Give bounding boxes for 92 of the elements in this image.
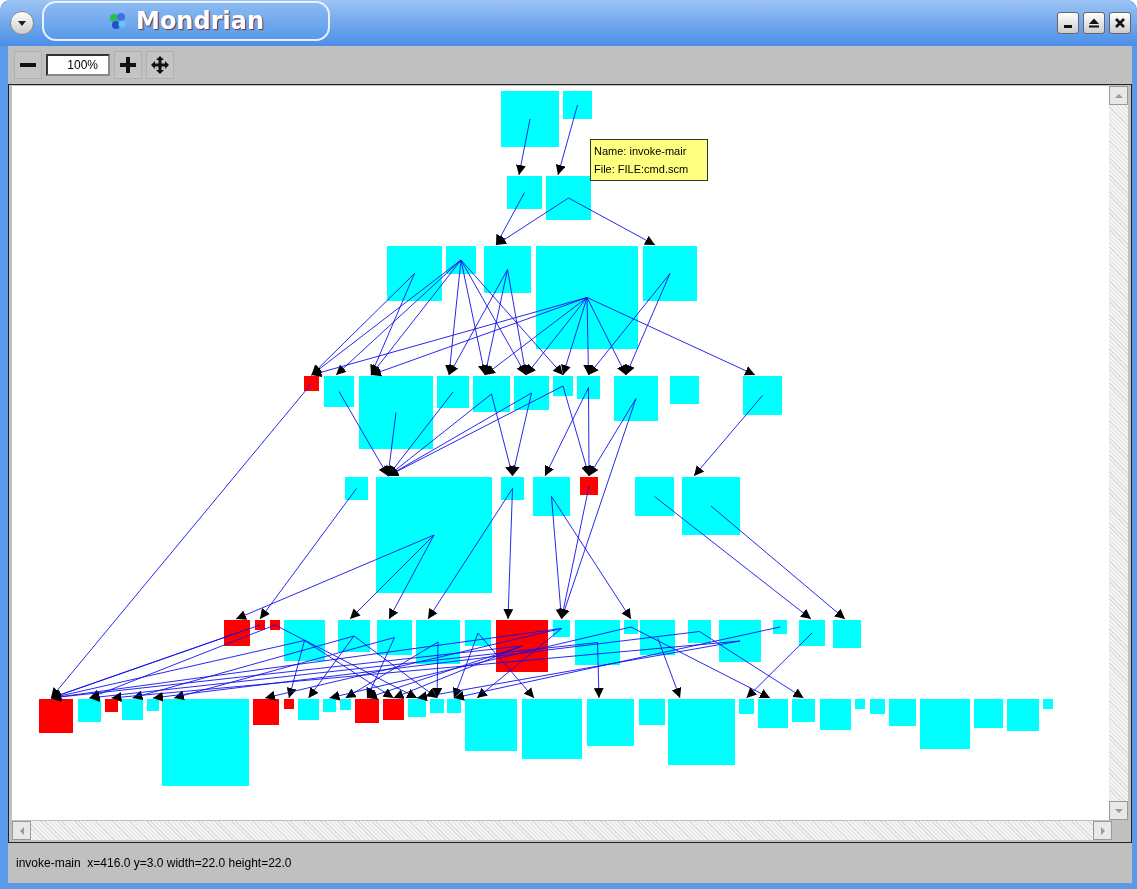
graph-node [870,699,885,714]
pan-button[interactable] [146,51,174,79]
graph-node [355,699,379,723]
graph-node [284,699,294,709]
graph-node [377,620,412,655]
graph-node [447,699,461,713]
graph-node [739,699,754,714]
graph-node [587,699,634,746]
graph-node [122,699,143,720]
graph-node [533,477,570,516]
graph-node [855,699,865,709]
graph-node [575,620,620,665]
graph-node [323,699,336,712]
graph-node [614,376,658,421]
status-text: invoke-main x=416.0 y=3.0 width=22.0 height=22.0 [16,856,292,870]
graph-node [253,699,279,725]
graph-node [473,376,510,412]
graph-node [799,620,825,646]
zoom-in-button[interactable] [114,51,142,79]
app-icon [108,11,128,31]
graph-node [668,699,735,765]
graph-node [580,477,598,495]
graph-node [640,620,675,655]
graph-node [501,91,559,147]
graph-node [833,620,861,648]
graph-node [773,620,787,634]
graph-node [304,376,319,391]
graph-node [553,376,573,396]
minus-icon [20,63,36,67]
graph-node [416,620,460,664]
window-title: Mondrian [136,7,264,35]
graph-node [889,699,916,726]
zoom-field[interactable]: 100% [46,54,110,76]
graph-node [514,376,549,410]
minimize-button[interactable] [1057,12,1079,34]
graph-node [387,246,442,301]
graph-node [255,620,265,630]
zoom-out-button[interactable] [14,51,42,79]
graph-node [974,699,1003,728]
tooltip-line: File: FILE:cmd.scm [594,162,690,177]
minimize-icon [1064,25,1072,28]
graph-node [546,176,591,220]
graph-node [284,620,325,661]
graph-node [430,699,444,713]
graph-node [465,699,517,751]
graph-node [446,246,476,274]
graph-node [639,699,665,725]
graph-node [758,699,788,728]
maximize-button[interactable] [1083,12,1105,34]
graph-node [643,246,697,301]
graph-node [324,376,354,407]
graph-node [105,699,118,712]
graph-node [345,477,368,500]
graph-node [270,620,280,630]
graph-node [920,699,970,749]
window-menu-button[interactable] [10,11,34,35]
graph-node [682,477,740,535]
graph-node [635,477,674,516]
graph-node [553,620,570,637]
graph-node [340,699,351,710]
close-button[interactable] [1109,12,1131,34]
graph-node [298,699,319,720]
graph-node [1043,699,1053,709]
graph-node [670,376,699,404]
graph-node [792,699,815,722]
close-icon [1114,17,1126,29]
graph-node [507,176,542,209]
graph-node [1007,699,1039,731]
move-arrows-icon [150,55,170,75]
graph-node [563,91,592,119]
graph-node [408,699,426,717]
graph-node [820,699,851,730]
graph-node [743,376,782,415]
graph-node [624,620,638,634]
graph-node [522,699,582,759]
graph-node [501,477,524,500]
graph-node [147,699,159,711]
plus-icon [119,56,137,74]
graph-node [577,376,600,399]
graph-node [496,620,548,672]
graph-node [383,699,404,720]
graph-node [465,620,491,646]
graph-node [688,620,711,643]
graph-node [78,699,101,722]
graph-node [719,620,761,662]
graph-node [484,246,531,293]
graph-node [39,699,73,733]
graph-node [224,620,250,646]
eject-icon [1088,17,1100,29]
tooltip-line: Name: invoke-mair [594,144,688,159]
graph-node [437,376,469,408]
graph-node [338,620,370,652]
